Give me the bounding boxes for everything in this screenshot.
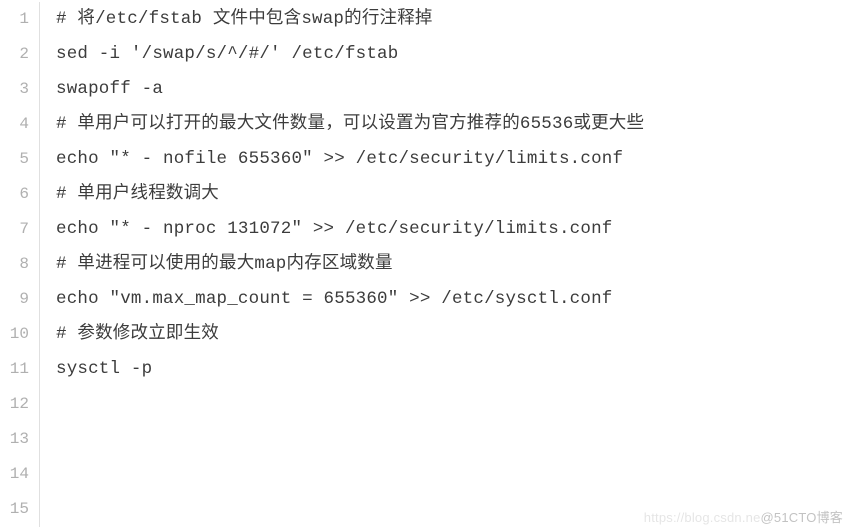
line-number: 7 <box>0 212 29 247</box>
code-line: # 单用户可以打开的最大文件数量，可以设置为官方推荐的65536或更大些 <box>56 107 851 142</box>
line-number: 4 <box>0 107 29 142</box>
line-number: 15 <box>0 492 29 527</box>
line-number: 2 <box>0 37 29 72</box>
code-line: echo "* - nproc 131072" >> /etc/security… <box>56 212 851 247</box>
line-number: 14 <box>0 457 29 492</box>
line-number: 11 <box>0 352 29 387</box>
watermark-left: https://blog.csdn.ne <box>644 510 761 525</box>
line-number: 13 <box>0 422 29 457</box>
line-number: 8 <box>0 247 29 282</box>
watermark-right: @51CTO博客 <box>761 510 843 525</box>
code-line: echo "* - nofile 655360" >> /etc/securit… <box>56 142 851 177</box>
code-line: # 将/etc/fstab 文件中包含swap的行注释掉 <box>56 2 851 37</box>
line-number-gutter: 1 2 3 4 5 6 7 8 9 10 11 12 13 14 15 <box>0 2 40 527</box>
code-line: # 单用户线程数调大 <box>56 177 851 212</box>
line-number: 12 <box>0 387 29 422</box>
code-content: # 将/etc/fstab 文件中包含swap的行注释掉 sed -i '/sw… <box>40 2 851 527</box>
code-line: swapoff -a <box>56 72 851 107</box>
line-number: 9 <box>0 282 29 317</box>
code-line: sed -i '/swap/s/^/#/' /etc/fstab <box>56 37 851 72</box>
code-line: # 参数修改立即生效 <box>56 317 851 352</box>
line-number: 10 <box>0 317 29 352</box>
code-block: 1 2 3 4 5 6 7 8 9 10 11 12 13 14 15 # 将/… <box>0 0 851 527</box>
code-line: echo "vm.max_map_count = 655360" >> /etc… <box>56 282 851 317</box>
line-number: 1 <box>0 2 29 37</box>
watermark: https://blog.csdn.ne@51CTO博客 <box>644 507 843 526</box>
code-line: # 单进程可以使用的最大map内存区域数量 <box>56 247 851 282</box>
line-number: 5 <box>0 142 29 177</box>
line-number: 3 <box>0 72 29 107</box>
code-line: sysctl -p <box>56 352 851 387</box>
line-number: 6 <box>0 177 29 212</box>
